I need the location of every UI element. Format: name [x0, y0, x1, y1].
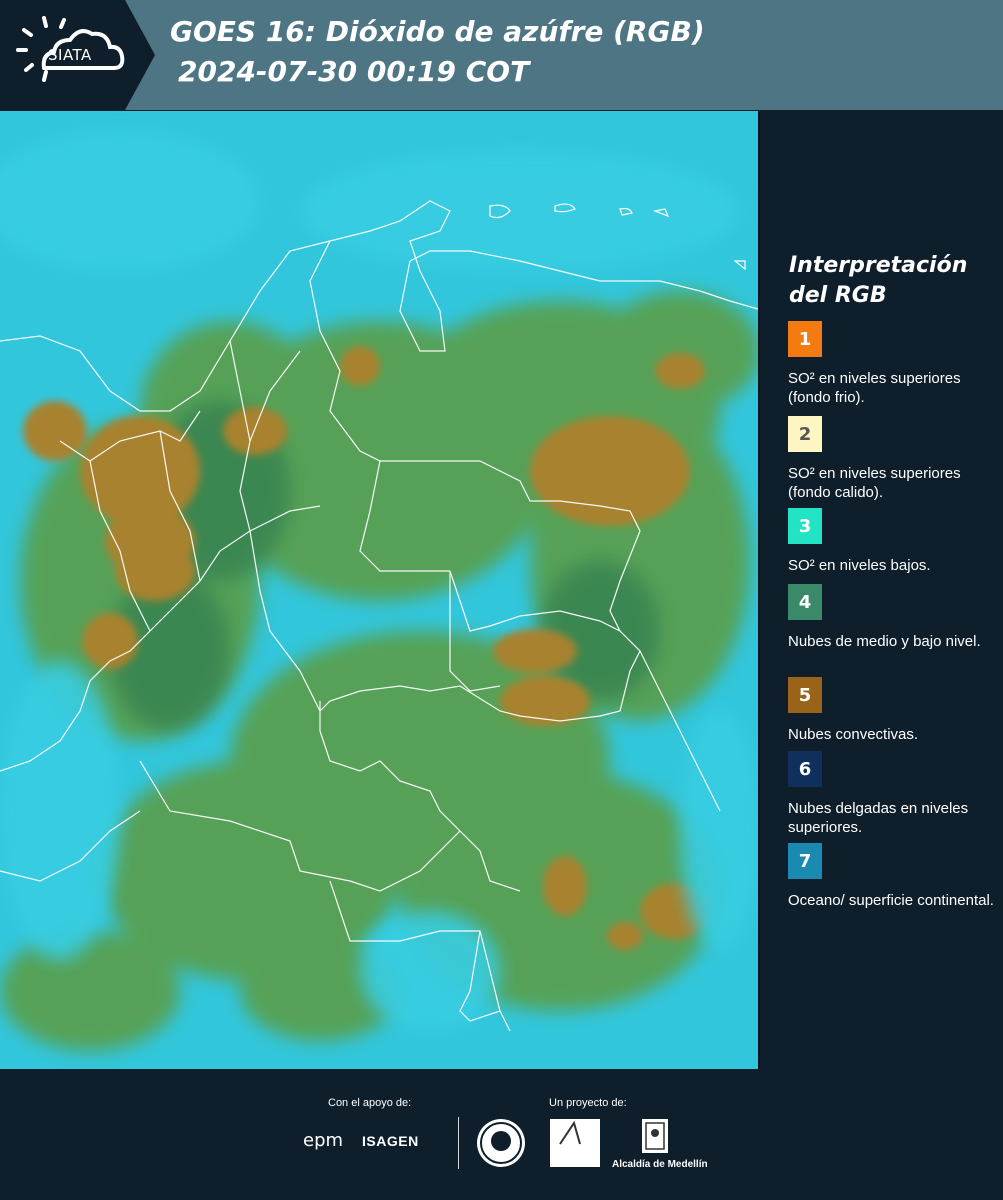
legend-swatch-2: 2	[788, 416, 822, 452]
legend-title: Interpretación del RGB	[789, 253, 968, 308]
epm-logo: epm	[303, 1130, 344, 1151]
siata-logo: SIATA	[0, 0, 155, 110]
page-timestamp: 2024-07-30 00:19 COT	[178, 55, 530, 88]
alcaldia-label: Alcaldía de Medellín	[612, 1159, 708, 1170]
legend-text-3: SO² en niveles bajos.	[788, 557, 931, 574]
header-bar: SIATA GOES 16: Dióxido de azúfre (RGB) 2…	[0, 0, 1003, 110]
legend-item-5: 5 Nubes convectivas.	[788, 677, 998, 744]
legend-swatch-1: 1	[788, 321, 822, 357]
logo-label: SIATA	[48, 46, 92, 64]
area-metropolitana-logo	[550, 1119, 600, 1167]
legend-text-2: SO² en niveles superiores (fondo calido)…	[788, 465, 961, 501]
legend-swatch-7: 7	[788, 843, 822, 879]
satellite-map	[0, 111, 760, 1069]
legend-swatch-3: 3	[788, 508, 822, 544]
satellite-image	[0, 111, 758, 1069]
legend-text-1: SO² en niveles superiores (fondo frio).	[788, 370, 961, 406]
legend-item-7: 7 Oceano/ superficie continental.	[788, 843, 998, 910]
legend-swatch-5: 5	[788, 677, 822, 713]
legend-swatch-6: 6	[788, 751, 822, 787]
alcaldia-emblem-icon	[642, 1119, 668, 1153]
legend-item-1: 1 SO² en niveles superiores (fondo frio)…	[788, 321, 998, 407]
legend-item-2: 2 SO² en niveles superiores (fondo calid…	[788, 416, 998, 502]
legend-panel: Interpretación del RGB 1 SO² en niveles …	[760, 111, 1003, 1069]
page-title: GOES 16: Dióxido de azúfre (RGB)	[170, 15, 705, 48]
legend-text-7: Oceano/ superficie continental.	[788, 892, 994, 909]
medellin-seal-icon	[477, 1119, 525, 1167]
legend-item-6: 6 Nubes delgadas en niveles superiores.	[788, 751, 998, 837]
legend-swatch-4: 4	[788, 584, 822, 620]
project-label: Un proyecto de:	[549, 1097, 627, 1109]
legend-item-3: 3 SO² en niveles bajos.	[788, 508, 998, 575]
isagen-logo: ISAGEN	[362, 1133, 419, 1149]
legend-item-4: 4 Nubes de medio y bajo nivel.	[788, 584, 998, 651]
support-label: Con el apoyo de:	[328, 1097, 412, 1109]
footer-divider	[458, 1117, 459, 1169]
legend-text-6: Nubes delgadas en niveles superiores.	[788, 800, 969, 836]
footer: Con el apoyo de: Un proyecto de: epm ISA…	[0, 1069, 1003, 1200]
legend-text-4: Nubes de medio y bajo nivel.	[788, 633, 981, 650]
legend-text-5: Nubes convectivas.	[788, 726, 919, 743]
